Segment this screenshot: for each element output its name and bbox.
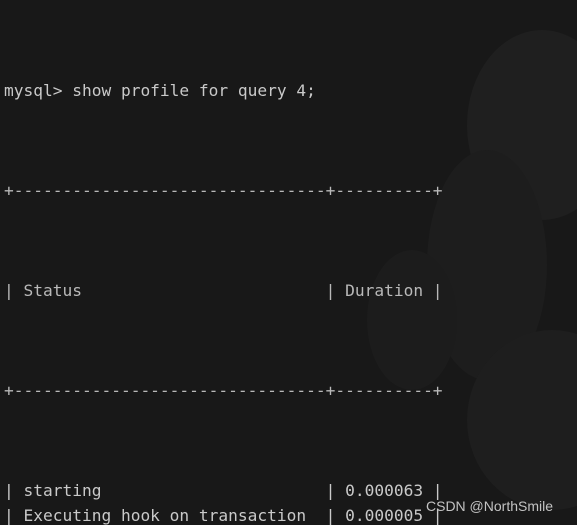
- terminal-window[interactable]: mysql> show profile for query 4; +------…: [0, 0, 577, 525]
- table-separator-top: +--------------------------------+------…: [4, 181, 443, 200]
- table-row: | Executing hook on transaction | 0.0000…: [4, 506, 443, 525]
- table-body: | starting | 0.000063 | | Executing hook …: [4, 478, 577, 525]
- command-prompt-line[interactable]: mysql> show profile for query 4;: [4, 78, 577, 103]
- table-separator-header: +--------------------------------+------…: [4, 381, 443, 400]
- terminal-output[interactable]: mysql> show profile for query 4; +------…: [0, 0, 577, 525]
- table-row: | starting | 0.000063 |: [4, 481, 443, 500]
- table-header-row: | Status | Duration |: [4, 281, 443, 300]
